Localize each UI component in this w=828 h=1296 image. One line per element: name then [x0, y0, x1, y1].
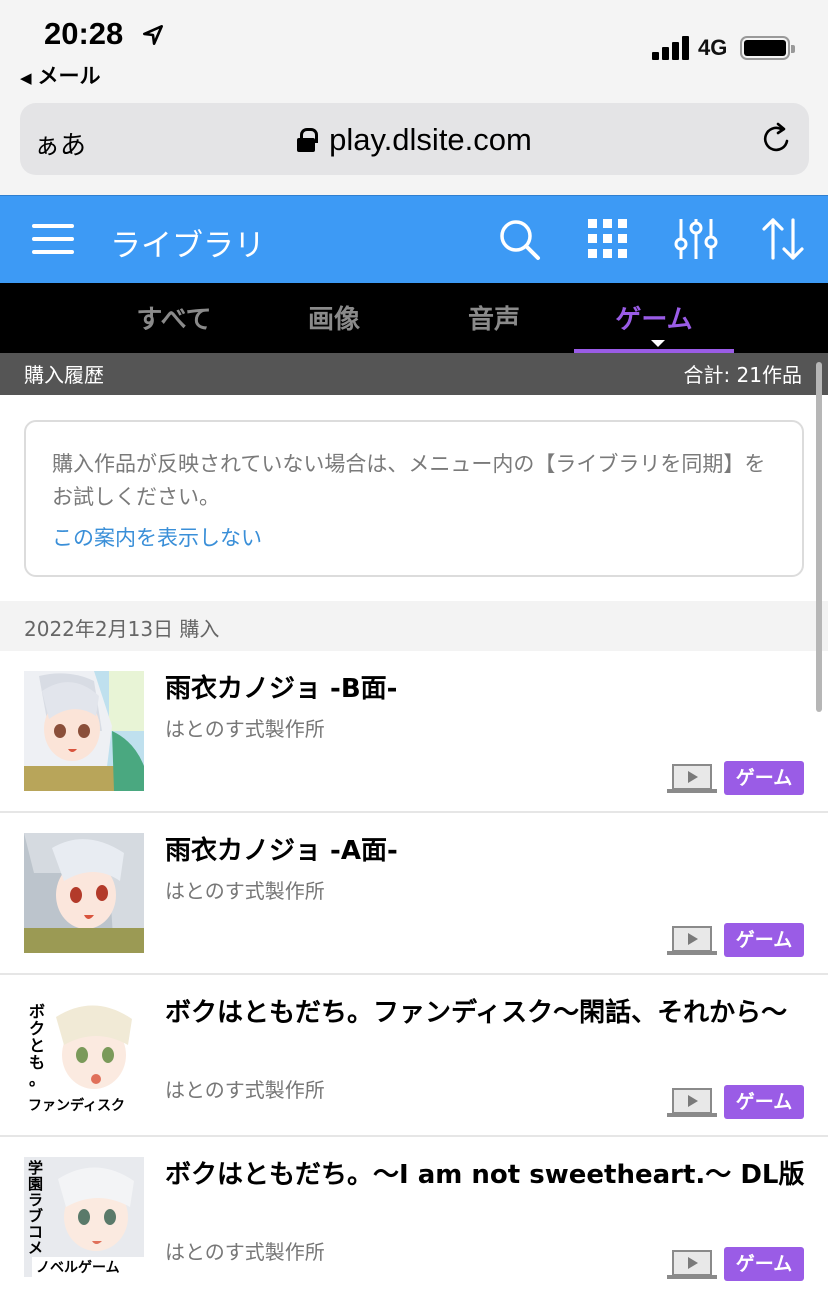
page-title: ライブラリ: [110, 228, 265, 264]
work-thumbnail[interactable]: ボクとも。 ファンディスク: [24, 995, 144, 1115]
laptop-play-icon[interactable]: [667, 925, 717, 957]
list-item[interactable]: 雨衣カノジョ -B面- はとのす式製作所 ゲーム: [0, 651, 828, 813]
scrollbar[interactable]: [816, 362, 822, 712]
laptop-play-icon[interactable]: [667, 763, 717, 795]
purchase-history-bar: 購入履歴 合計: 21作品: [0, 353, 828, 395]
genre-tag: ゲーム: [724, 923, 804, 957]
tab-all[interactable]: すべて: [94, 299, 254, 336]
back-to-mail-link[interactable]: ◀ メール: [20, 60, 101, 90]
filter-sliders-icon[interactable]: [673, 216, 719, 262]
thumb-vertical-text: ボクとも。: [29, 1002, 45, 1089]
purchase-date: 2022年2月13日 購入: [24, 617, 220, 641]
work-circle: はとのす式製作所: [165, 717, 325, 741]
status-bar: 20:28 ◀ メール 4G: [0, 0, 828, 95]
battery-icon: [740, 36, 795, 60]
work-title[interactable]: ボクはともだち。〜I am not sweetheart.〜 DL版: [165, 1157, 810, 1194]
menu-icon[interactable]: [32, 222, 76, 256]
list-item[interactable]: 学園ラブコメ ノベルゲーム ボクはともだち。〜I am not sweethea…: [0, 1137, 828, 1296]
address-bar[interactable]: ぁあ play.dlsite.com: [20, 103, 809, 175]
location-arrow-icon: [143, 25, 163, 45]
work-title[interactable]: ボクはともだち。ファンディスク〜閑話、それから〜: [165, 995, 810, 1032]
thumb-caption: ノベルゲーム: [36, 1259, 120, 1276]
category-tabs: すべて 画像 音声 ゲーム: [0, 283, 828, 353]
work-title[interactable]: 雨衣カノジョ -A面-: [165, 833, 810, 870]
lock-icon: [297, 128, 319, 152]
thumb-caption: ファンディスク: [28, 1097, 125, 1114]
dismiss-notice-link[interactable]: この案内を表示しない: [52, 522, 262, 552]
cellular-signal-icon: [652, 36, 692, 60]
url-display[interactable]: play.dlsite.com: [20, 122, 809, 158]
sort-icon[interactable]: [760, 216, 806, 262]
thumb-vertical-text: 学園ラブコメ: [28, 1159, 43, 1257]
sync-notice: 購入作品が反映されていない場合は、メニュー内の【ライブラリを同期】をお試しくださ…: [24, 420, 804, 577]
genre-tag: ゲーム: [724, 1247, 804, 1281]
history-label: 購入履歴: [24, 363, 104, 387]
network-type: 4G: [698, 35, 728, 60]
work-circle: はとのす式製作所: [165, 1240, 325, 1264]
work-thumbnail[interactable]: 学園ラブコメ ノベルゲーム: [24, 1157, 144, 1277]
purchase-list: 雨衣カノジョ -B面- はとのす式製作所 ゲーム 雨衣カノジョ -A面- はとの…: [0, 651, 828, 1296]
reload-icon[interactable]: [759, 121, 795, 157]
date-group-header: 2022年2月13日 購入: [0, 601, 828, 651]
work-thumbnail[interactable]: [24, 671, 144, 791]
back-triangle-icon: ◀: [20, 69, 32, 87]
app-header: ライブラリ: [0, 195, 828, 283]
work-circle: はとのす式製作所: [165, 1078, 325, 1102]
active-tab-caret-icon: [651, 340, 665, 347]
tab-games[interactable]: ゲーム: [574, 299, 734, 336]
grid-view-icon[interactable]: [585, 216, 631, 262]
work-title[interactable]: 雨衣カノジョ -B面-: [165, 671, 810, 708]
tab-images[interactable]: 画像: [254, 299, 414, 336]
work-circle: はとのす式製作所: [165, 879, 325, 903]
work-thumbnail[interactable]: [24, 833, 144, 953]
url-text: play.dlsite.com: [329, 122, 532, 157]
genre-tag: ゲーム: [724, 1085, 804, 1119]
list-item[interactable]: 雨衣カノジョ -A面- はとのす式製作所 ゲーム: [0, 813, 828, 975]
back-app-label: メール: [37, 64, 101, 88]
total-count: 合計: 21作品: [683, 363, 802, 387]
search-icon[interactable]: [496, 216, 542, 262]
laptop-play-icon[interactable]: [667, 1249, 717, 1281]
genre-tag: ゲーム: [724, 761, 804, 795]
browser-toolbar: ぁあ play.dlsite.com: [0, 95, 828, 195]
notice-text: 購入作品が反映されていない場合は、メニュー内の【ライブラリを同期】をお試しくださ…: [52, 452, 766, 509]
clock: 20:28: [44, 16, 124, 51]
tab-audio[interactable]: 音声: [414, 299, 574, 336]
list-item[interactable]: ボクとも。 ファンディスク ボクはともだち。ファンディスク〜閑話、それから〜 は…: [0, 975, 828, 1137]
laptop-play-icon[interactable]: [667, 1087, 717, 1119]
